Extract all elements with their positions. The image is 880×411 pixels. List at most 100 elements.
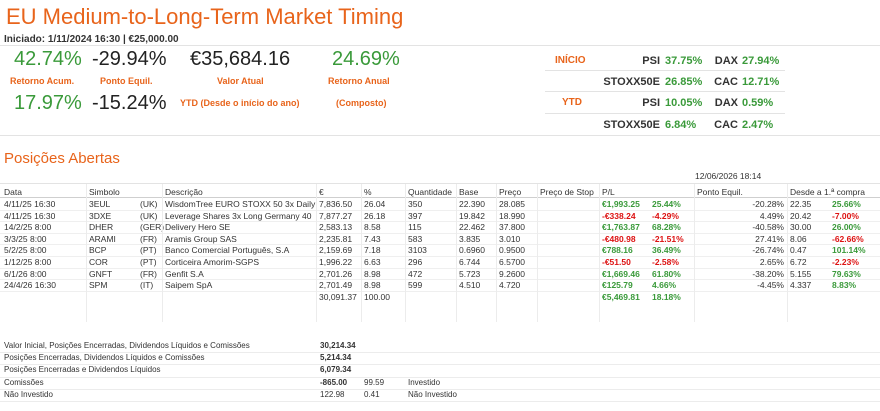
total-pl: €5,469.81 <box>602 291 640 302</box>
index-name: STOXX50E <box>603 76 660 88</box>
summary-value: 30,214.34 <box>320 341 356 350</box>
row-description: Aramis Group SAS <box>165 233 237 244</box>
row-desde-pct: 25.66% <box>832 199 861 209</box>
summary-value: 122.98 <box>320 389 345 399</box>
col-desde[interactable]: Desde a 1.ª compra <box>790 187 865 197</box>
row-symbol: ARAMI <box>89 233 116 244</box>
row-eur: 2,701.26 <box>319 268 353 279</box>
col-preco[interactable]: Preço <box>499 187 521 197</box>
row-desde-pct: 26.00% <box>832 222 861 233</box>
row-pct: 26.18 <box>364 210 386 221</box>
row-desde: 5.155 <box>790 268 812 279</box>
index-name: DAX <box>714 55 738 67</box>
row-market: (GER) <box>140 222 165 233</box>
row-date: 4/11/25 16:30 <box>4 199 56 209</box>
row-price: 0.9500 <box>499 245 525 256</box>
summary-label: Comissões <box>4 377 44 387</box>
row-desde: 20.42 <box>790 210 812 221</box>
col-equil[interactable]: Ponto Equil. <box>697 187 743 197</box>
row-description: Delivery Hero SE <box>165 222 231 233</box>
row-eur: 2,583.13 <box>319 222 353 233</box>
row-quantity: 397 <box>408 210 423 221</box>
col-pl[interactable]: P/L <box>602 187 615 197</box>
row-eur: 7,877.27 <box>319 210 353 221</box>
row-desde-pct: 101.14% <box>832 245 866 256</box>
row-pct: 7.18 <box>364 245 381 256</box>
index-value: 26.85% <box>665 76 703 88</box>
col-stop[interactable]: Preço de Stop <box>540 187 594 197</box>
row-quantity: 350 <box>408 199 423 209</box>
index-value: 10.05% <box>665 97 703 109</box>
total-pct: 100.00 <box>364 291 390 302</box>
row-desde-pct: 79.63% <box>832 268 861 279</box>
row-desde-pct: -2.23% <box>832 257 859 267</box>
index-value: 6.84% <box>665 119 697 131</box>
index-value: 37.75% <box>665 55 703 67</box>
row-price: 6.5700 <box>499 257 525 267</box>
row-base: 5.723 <box>459 268 481 279</box>
row-pl-pct: -21.51% <box>652 233 684 244</box>
col-pct[interactable]: % <box>364 187 372 197</box>
index-name: PSI <box>642 55 660 67</box>
row-pl: -€51.50 <box>602 257 631 267</box>
index-value: 2.47% <box>742 119 774 131</box>
row-date: 24/4/26 16:30 <box>4 280 56 291</box>
row-pl: €788.16 <box>602 245 633 256</box>
row-equil: -40.58% <box>752 222 784 233</box>
row-pl: €1,669.46 <box>602 268 640 279</box>
row-market: (IT) <box>140 280 154 291</box>
row-symbol: SPM <box>89 280 108 291</box>
row-quantity: 296 <box>408 257 423 267</box>
row-pct: 26.04 <box>364 199 386 209</box>
row-eur: 2,701.49 <box>319 280 353 291</box>
col-base[interactable]: Base <box>459 187 478 197</box>
row-equil: -4.45% <box>757 280 784 291</box>
col-data[interactable]: Data <box>4 187 22 197</box>
index-name: DAX <box>714 97 738 109</box>
row-pl-pct: 36.49% <box>652 245 681 256</box>
total-eur: 30,091.37 <box>319 291 357 302</box>
composto-label: (Composto) <box>336 98 387 108</box>
row-pl-pct: 68.28% <box>652 222 681 233</box>
row-pl-pct: 25.44% <box>652 199 681 209</box>
index-name: CAC <box>714 76 738 88</box>
row-date: 4/11/25 16:30 <box>4 210 56 221</box>
row-symbol: GNFT <box>89 268 113 279</box>
row-date: 5/2/25 8:00 <box>4 245 47 256</box>
index-name: CAC <box>714 119 738 131</box>
row-equil: -38.20% <box>752 268 784 279</box>
summary-label: Não Investido <box>4 389 53 399</box>
row-pl-pct: -4.29% <box>652 210 679 221</box>
row-pl-pct: 4.66% <box>652 280 677 291</box>
col-descricao[interactable]: Descrição <box>165 187 203 197</box>
row-date: 1/12/25 8:00 <box>4 257 52 267</box>
row-symbol: BCP <box>89 245 107 256</box>
row-date: 14/2/25 8:00 <box>4 222 52 233</box>
summary-extra: 99.59 <box>364 377 385 387</box>
summary-note: Não Investido <box>408 389 457 399</box>
ytd-index-label: YTD <box>562 97 582 108</box>
summary-note: Investido <box>408 377 441 387</box>
col-eur[interactable]: € <box>319 187 324 197</box>
row-price: 37.800 <box>499 222 525 233</box>
col-quantidade[interactable]: Quantidade <box>408 187 452 197</box>
row-date: 6/1/26 8:00 <box>4 268 47 279</box>
row-quantity: 583 <box>408 233 423 244</box>
row-market: (UK) <box>140 199 158 209</box>
summary-label: Posições Encerradas e Dividendos Líquido… <box>4 365 161 375</box>
index-name: PSI <box>642 97 660 109</box>
row-pct: 7.43 <box>364 233 381 244</box>
summary-value: -865.00 <box>320 377 348 387</box>
row-base: 6.744 <box>459 257 481 267</box>
row-description: WisdomTree EURO STOXX 50 3x Daily <box>165 199 316 209</box>
row-market: (PT) <box>140 245 157 256</box>
row-symbol: DHER <box>89 222 114 233</box>
row-eur: 7,836.50 <box>319 199 353 209</box>
col-simbolo[interactable]: Simbolo <box>89 187 120 197</box>
row-eur: 2,159.69 <box>319 245 353 256</box>
row-desde: 30.00 <box>790 222 812 233</box>
row-description: Corticeira Amorim-SGPS <box>165 257 259 267</box>
row-eur: 2,235.81 <box>319 233 353 244</box>
ponto-equil-value: -29.94% <box>92 48 167 70</box>
row-pl: -€480.98 <box>602 233 636 244</box>
